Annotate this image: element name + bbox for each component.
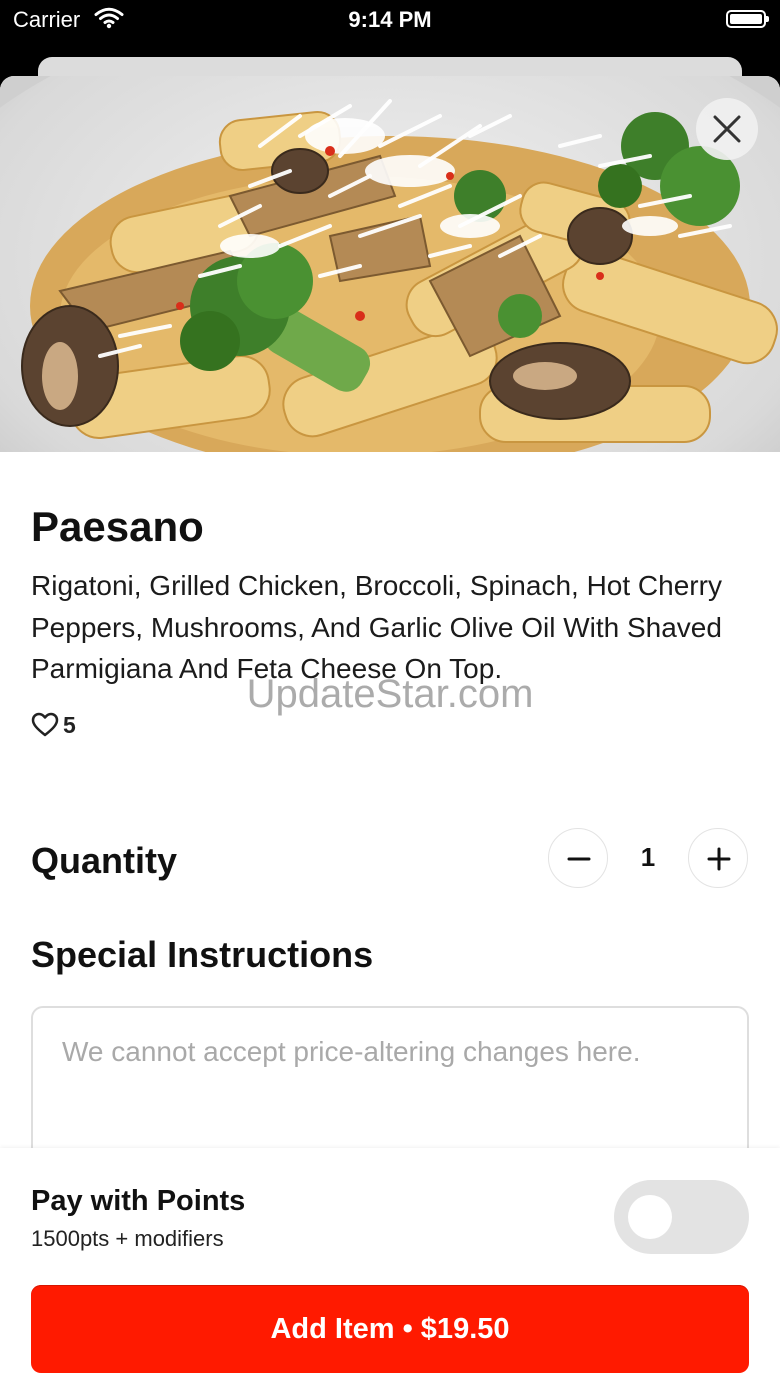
item-description: Rigatoni, Grilled Chicken, Broccoli, Spi… (31, 570, 722, 684)
close-button[interactable] (696, 98, 758, 160)
special-instructions-label: Special Instructions (31, 934, 374, 975)
plus-icon (707, 847, 731, 871)
minus-icon (567, 857, 591, 861)
increase-quantity-button[interactable] (688, 828, 748, 888)
clock: 9:14 PM (348, 7, 432, 32)
pay-with-points-label: Pay with Points (31, 1185, 246, 1217)
points-cost-label: 1500pts + modifiers (31, 1226, 224, 1251)
quantity-value: 1 (640, 842, 656, 872)
special-instructions-input[interactable] (62, 1034, 702, 1134)
item-detail-sheet: Paesano Rigatoni, Grilled Chicken, Brocc… (0, 76, 780, 1387)
toggle-knob (628, 1195, 672, 1239)
decrease-quantity-button[interactable] (548, 828, 608, 888)
pay-with-points-toggle[interactable] (614, 1180, 749, 1254)
checkout-panel: Pay with Points 1500pts + modifiers Add … (0, 1148, 780, 1387)
battery-icon (726, 10, 769, 28)
item-title: Paesano (31, 503, 204, 550)
item-photo (0, 76, 780, 452)
watermark: UpdateStar.com (246, 672, 534, 716)
status-bar: Carrier 9:14 PM (0, 0, 780, 40)
close-icon (713, 115, 741, 143)
add-item-button[interactable]: Add Item • $19.50 (31, 1285, 749, 1373)
quantity-label: Quantity (31, 840, 178, 881)
